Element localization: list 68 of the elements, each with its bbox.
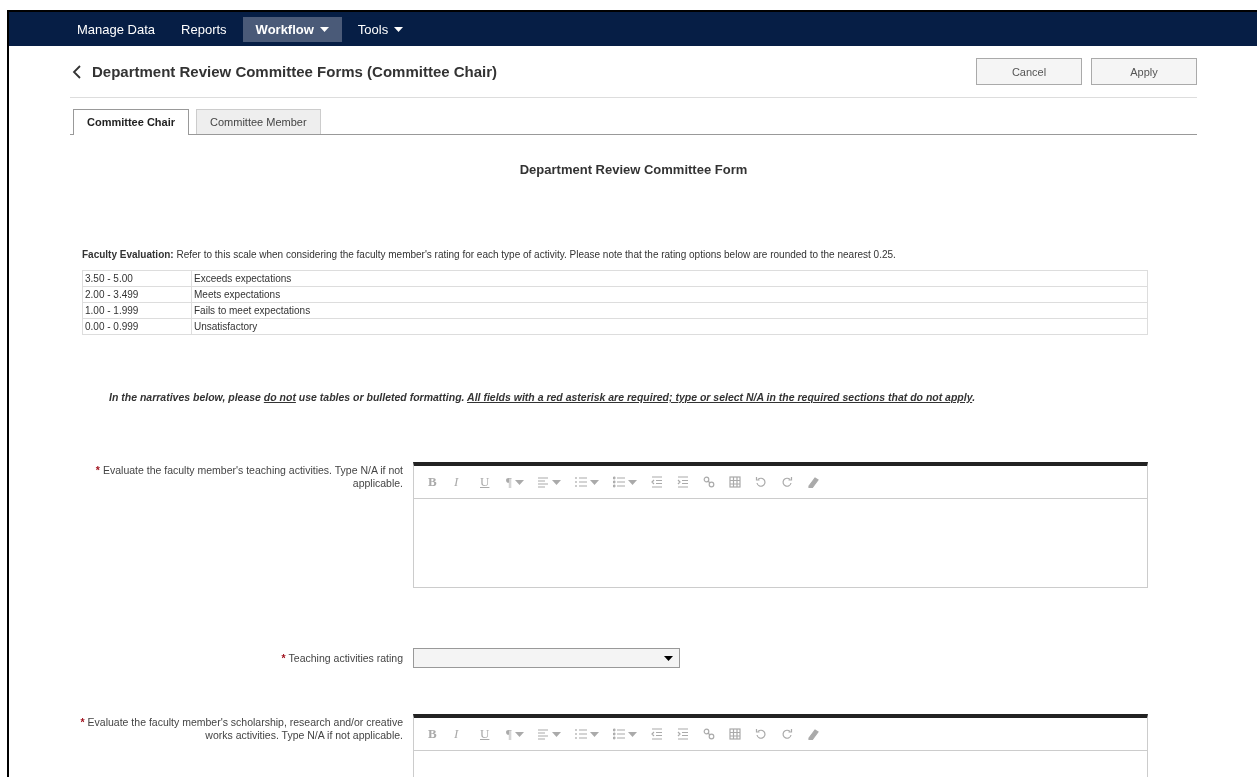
table-cell: 2.00 - 3.499 [82, 286, 192, 303]
caret-icon [627, 479, 637, 485]
eraser-icon [806, 728, 819, 740]
rating-dropdown[interactable] [413, 648, 680, 668]
caret-icon [551, 479, 561, 485]
outdent-icon [650, 728, 663, 740]
underline-button[interactable]: U [476, 474, 498, 490]
underline-button[interactable]: U [476, 726, 498, 742]
caret-icon [589, 479, 599, 485]
bold-button[interactable]: B [424, 726, 446, 742]
link-icon [702, 476, 715, 488]
required-asterisk: * [95, 464, 100, 476]
field-label: * Evaluate the faculty member's scholarship, research and/or creative works activities. Type N/A if not applicable. [79, 716, 403, 742]
caret-icon [664, 655, 673, 661]
caret-icon [589, 731, 599, 737]
scale-intro-text: Faculty Evaluation: Refer to this scale when considering the faculty member's rating for each type of activity. Please note that the rating options below are rounded to the nearest 0.25. [82, 249, 896, 260]
tab[interactable]: Committee Member [196, 109, 321, 134]
table-cell: Exceeds expectations [191, 270, 1148, 287]
paragraph-button[interactable]: ¶ [502, 474, 528, 490]
caret-icon [319, 26, 329, 32]
field-label: * Teaching activities rating [281, 652, 403, 665]
required-asterisk: * [281, 652, 286, 664]
nav-menu-item[interactable]: Tools [347, 16, 414, 42]
link-icon [702, 728, 715, 740]
caret-icon [551, 731, 561, 737]
rich-text-editor[interactable]: B I U ¶ [413, 462, 1148, 588]
nav-menu-item[interactable]: Manage Data [67, 16, 166, 42]
numbered-list-icon [574, 476, 587, 488]
caret-icon [394, 26, 404, 32]
table-icon [728, 476, 741, 488]
caret-icon [514, 479, 524, 485]
undo-icon [754, 728, 767, 740]
action-button[interactable]: Apply [1091, 58, 1197, 85]
tab[interactable]: Committee Chair [73, 109, 190, 135]
table-cell: Fails to meet expectations [191, 302, 1148, 319]
field-label: * Evaluate the faculty member's teaching activities. Type N/A if not applicable. [94, 464, 403, 490]
align-icon [536, 476, 549, 488]
nav-menu-item[interactable]: Workflow [242, 16, 342, 42]
form-title: Department Review Committee Form [519, 162, 748, 177]
undo-icon [754, 476, 767, 488]
required-asterisk: * [80, 716, 85, 728]
eraser-icon [806, 476, 819, 488]
numbered-list-icon [574, 728, 587, 740]
action-button[interactable]: Cancel [976, 58, 1082, 85]
italic-button[interactable]: I [450, 726, 472, 742]
redo-icon [780, 476, 793, 488]
redo-icon [780, 728, 793, 740]
table-cell: 0.00 - 0.999 [82, 318, 192, 335]
table-icon [728, 728, 741, 740]
caret-icon [627, 731, 637, 737]
bullet-list-icon [612, 728, 625, 740]
instructions-text: In the narratives below, please do not use tables or bulleted formatting. All fields with a red asterisk are required; type or select N/A in the required sections that do not apply. [109, 391, 976, 403]
italic-button[interactable]: I [450, 474, 472, 490]
caret-icon [514, 731, 524, 737]
table-cell: Unsatisfactory [191, 318, 1148, 335]
nav-menu-item[interactable]: Reports [171, 16, 237, 42]
outdent-icon [650, 476, 663, 488]
rich-text-editor[interactable]: B I U ¶ [413, 714, 1148, 777]
indent-icon [676, 476, 689, 488]
align-icon [536, 728, 549, 740]
table-cell: 1.00 - 1.999 [82, 302, 192, 319]
indent-icon [676, 728, 689, 740]
table-cell: 3.50 - 5.00 [82, 270, 192, 287]
paragraph-button[interactable]: ¶ [502, 726, 528, 742]
bullet-list-icon [612, 476, 625, 488]
page-title: Department Review Committee Forms (Committee Chair) [92, 63, 499, 80]
bold-button[interactable]: B [424, 474, 446, 490]
table-cell: Meets expectations [191, 286, 1148, 303]
